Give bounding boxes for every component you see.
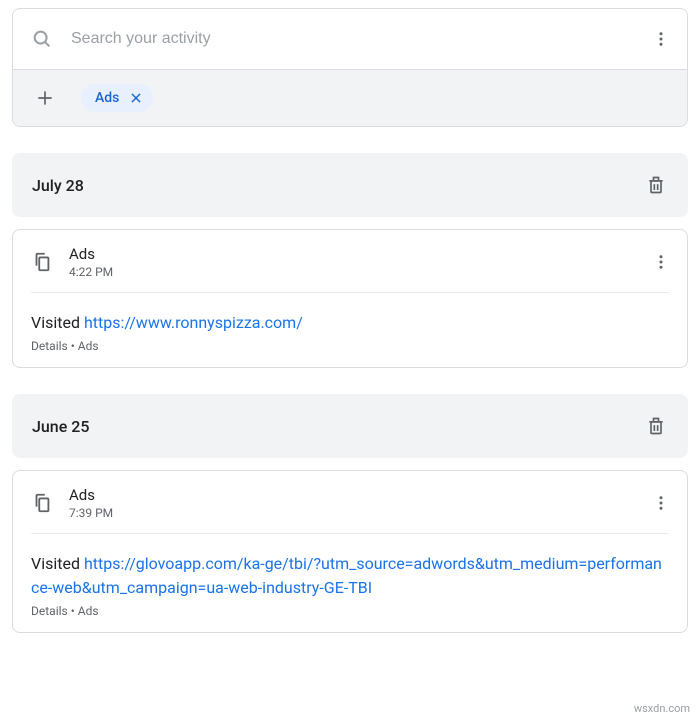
entry-head: Ads 7:39 PM	[13, 471, 687, 533]
filter-chip-label: Ads	[95, 90, 119, 106]
details-link[interactable]: Details	[31, 339, 68, 353]
entry-overflow-button[interactable]	[643, 244, 679, 280]
activity-entry: Ads 4:22 PM Visited https://www.ronnyspi…	[12, 229, 688, 368]
date-label: June 25	[32, 417, 89, 436]
entry-body: Visited https://www.ronnyspizza.com/ Det…	[31, 292, 669, 367]
date-header: June 25	[12, 394, 688, 458]
close-icon[interactable]	[129, 91, 143, 105]
visited-link[interactable]: https://www.ronnyspizza.com/	[84, 313, 303, 332]
entry-head: Ads 4:22 PM	[13, 230, 687, 292]
visited-link[interactable]: https://glovoapp.com/ka-ge/tbi/?utm_sour…	[31, 554, 662, 597]
add-filter-button[interactable]	[27, 80, 63, 116]
entry-time: 4:22 PM	[69, 265, 627, 279]
search-icon	[31, 28, 53, 50]
filter-bar: Ads	[13, 69, 687, 126]
date-label: July 28	[32, 176, 84, 195]
date-header: July 28	[12, 153, 688, 217]
search-card: Ads	[12, 8, 688, 127]
search-input[interactable]	[71, 30, 625, 48]
entry-body: Visited https://glovoapp.com/ka-ge/tbi/?…	[31, 533, 669, 632]
visited-text: Visited https://www.ronnyspizza.com/	[31, 311, 669, 335]
ads-icon	[31, 251, 53, 273]
delete-day-button[interactable]	[638, 167, 674, 203]
watermark: wsxdn.com	[634, 702, 690, 715]
entry-source: Ads	[69, 245, 627, 263]
ads-icon	[31, 492, 53, 514]
visited-action: Visited	[31, 554, 84, 573]
entry-meta: DetailsAds	[31, 604, 669, 618]
entry-category: Ads	[68, 339, 99, 353]
entry-overflow-button[interactable]	[643, 485, 679, 521]
overflow-menu-button[interactable]	[643, 21, 679, 57]
visited-action: Visited	[31, 313, 84, 332]
entry-meta: DetailsAds	[31, 339, 669, 353]
activity-entry: Ads 7:39 PM Visited https://glovoapp.com…	[12, 470, 688, 633]
visited-text: Visited https://glovoapp.com/ka-ge/tbi/?…	[31, 552, 669, 600]
filter-chip-ads[interactable]: Ads	[81, 84, 153, 112]
delete-day-button[interactable]	[638, 408, 674, 444]
entry-title-block: Ads 4:22 PM	[69, 245, 627, 279]
search-row	[13, 9, 687, 69]
entry-time: 7:39 PM	[69, 506, 627, 520]
details-link[interactable]: Details	[31, 604, 68, 618]
entry-source: Ads	[69, 486, 627, 504]
entry-title-block: Ads 7:39 PM	[69, 486, 627, 520]
entry-category: Ads	[68, 604, 99, 618]
